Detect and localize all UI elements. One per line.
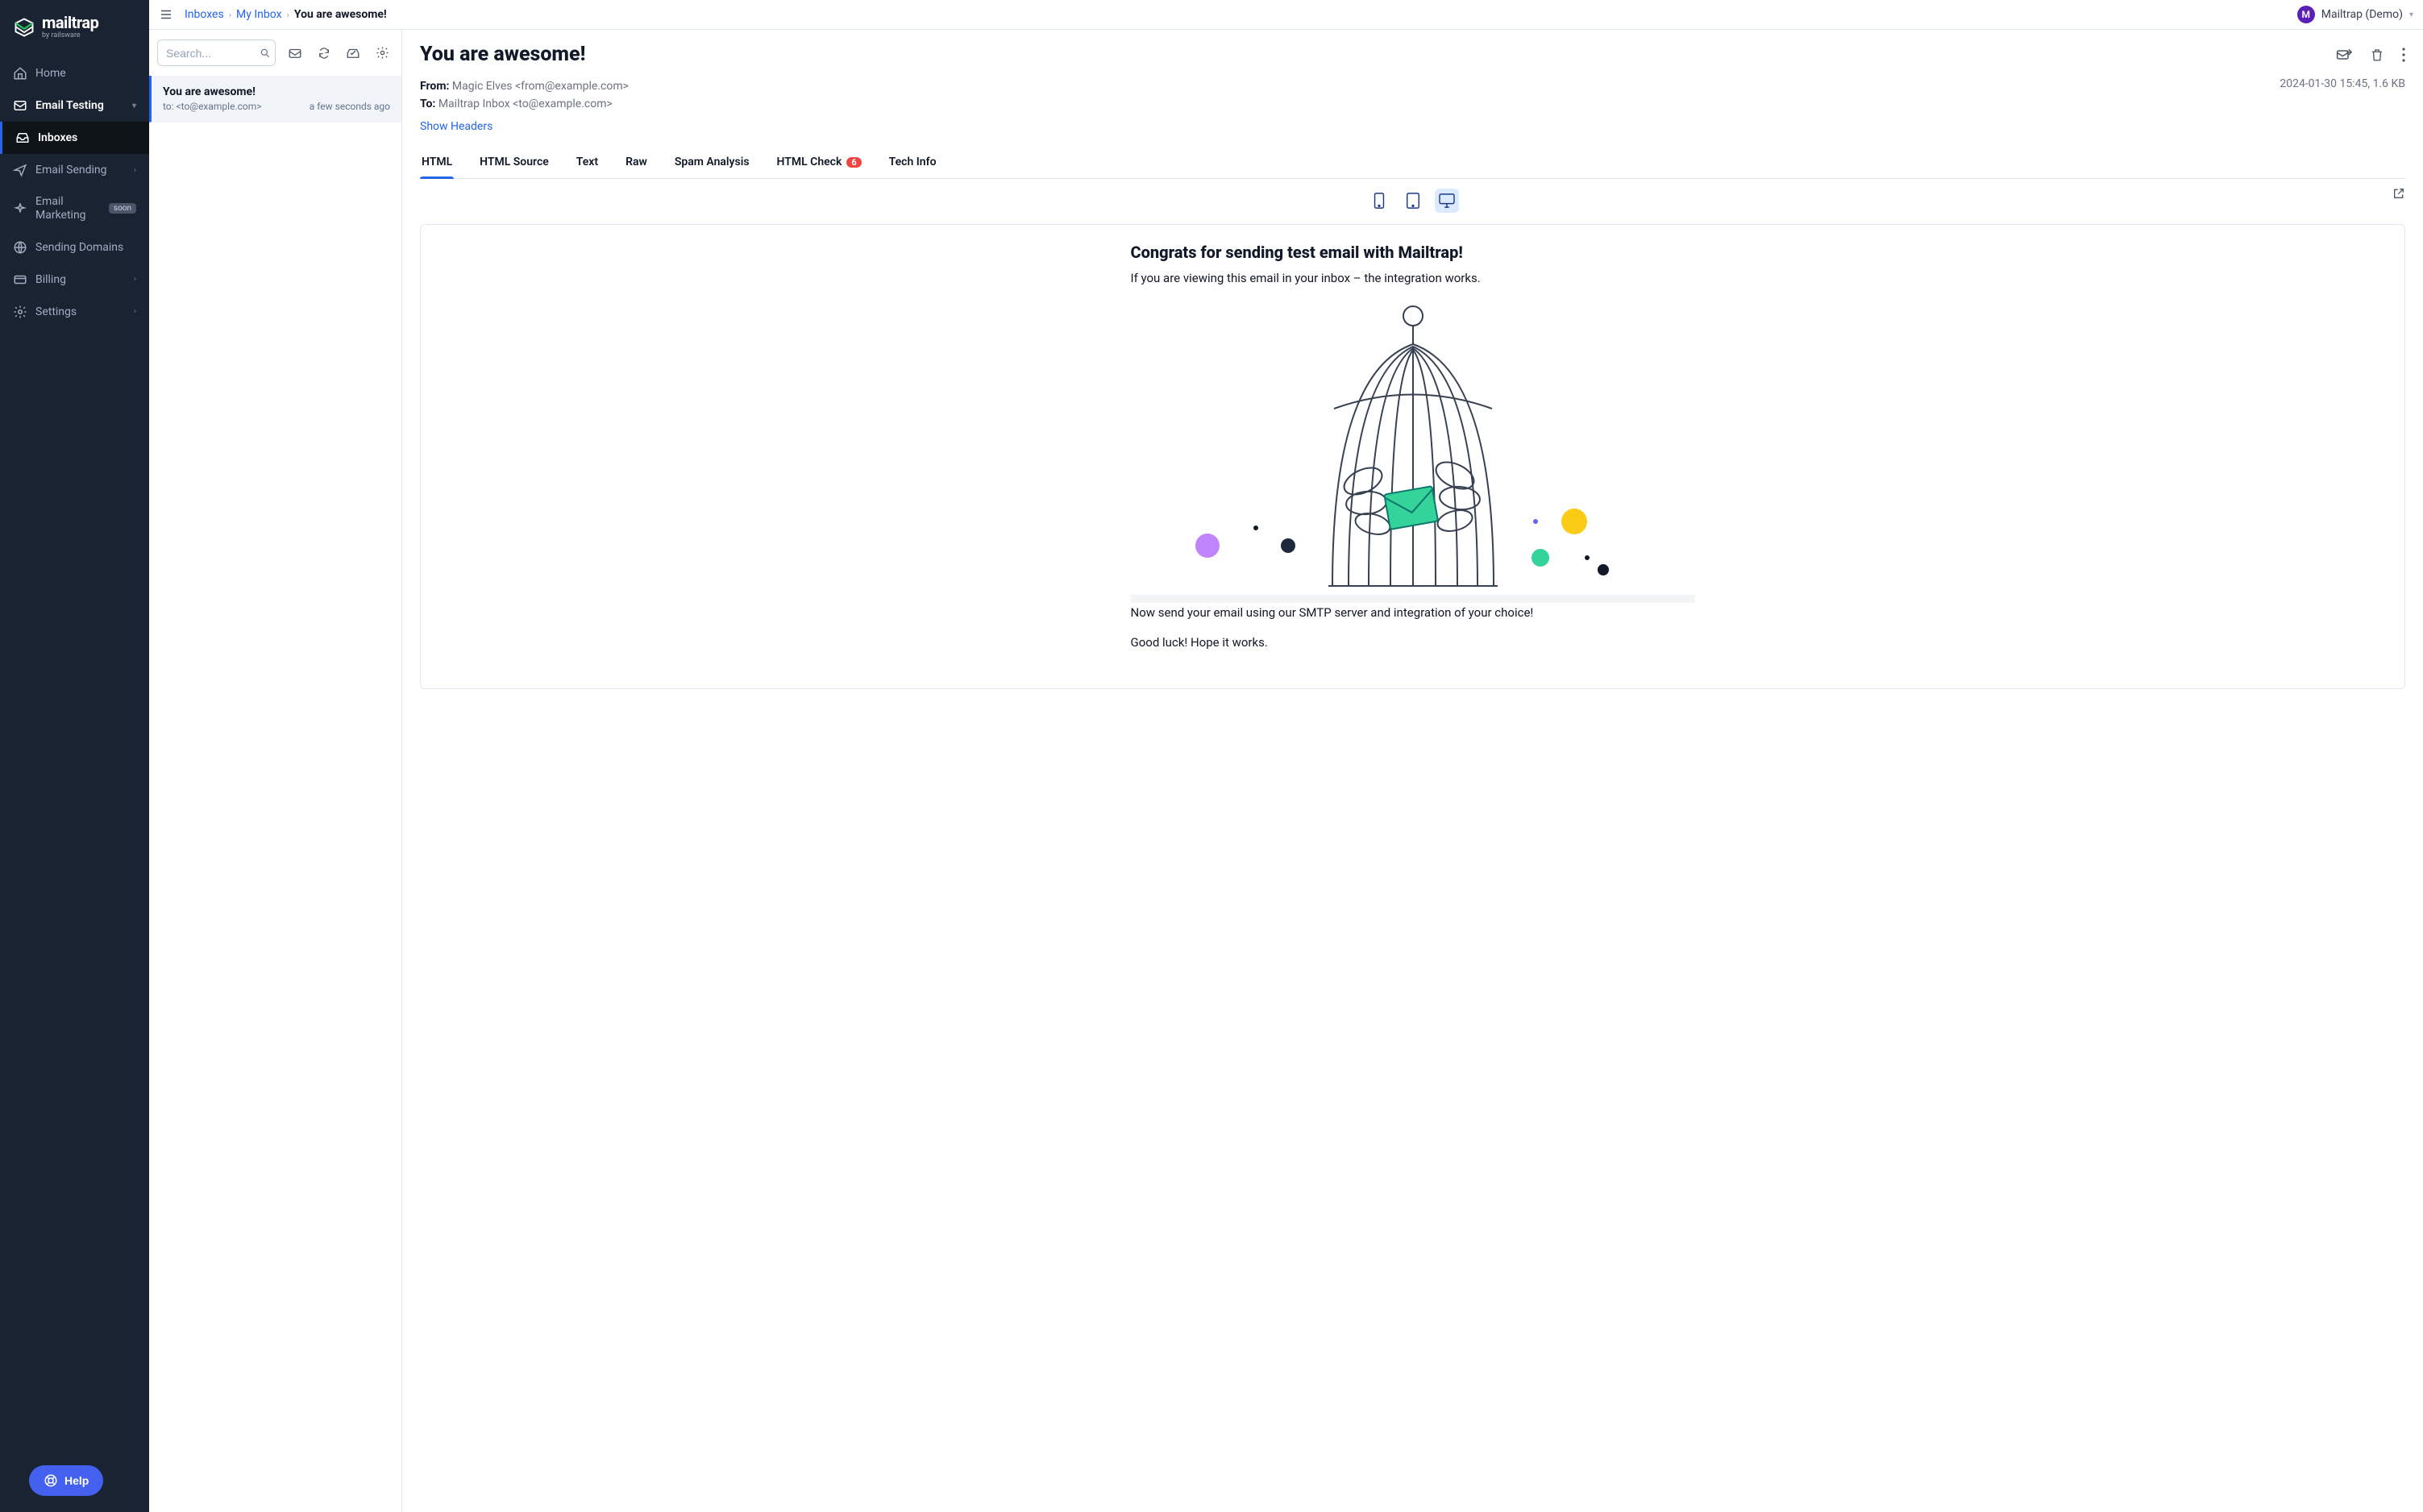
- sparkle-icon: [13, 201, 27, 216]
- forward-icon[interactable]: [2336, 47, 2352, 63]
- nav-email-sending[interactable]: Email Sending ›: [0, 154, 149, 186]
- to-value: Mailtrap Inbox <to@example.com>: [438, 98, 613, 110]
- from-label: From:: [420, 80, 449, 93]
- message-time: a few seconds ago: [310, 101, 390, 112]
- account-menu[interactable]: M Mailtrap (Demo) ▾: [2297, 6, 2413, 23]
- email-p2: Now send your email using our SMTP serve…: [1131, 604, 1695, 621]
- tab-spam-analysis[interactable]: Spam Analysis: [673, 147, 751, 178]
- inbox-icon: [15, 131, 30, 145]
- breadcrumb-sep-icon: ›: [287, 10, 289, 20]
- show-headers-link[interactable]: Show Headers: [420, 120, 2405, 133]
- from-value: Magic Elves <from@example.com>: [452, 80, 629, 93]
- content: You are awesome! to: <to@example.com> a …: [149, 30, 2423, 1512]
- chevron-down-icon: ▾: [2409, 10, 2413, 19]
- timestamp: 2024-01-30 15:45, 1.6 KB: [2280, 77, 2405, 90]
- chevron-right-icon: ›: [134, 275, 136, 284]
- nav-billing-label: Billing: [35, 273, 66, 286]
- nav-inboxes-label: Inboxes: [38, 131, 77, 144]
- chevron-right-icon: ›: [134, 307, 136, 316]
- tab-html-check-label: HTML Check: [777, 156, 842, 168]
- breadcrumb-sep-icon: ›: [229, 10, 231, 20]
- mailtrap-logo-icon: [13, 16, 35, 39]
- email-p1: If you are viewing this email in your in…: [1131, 270, 1695, 287]
- lifebuoy-icon: [44, 1473, 58, 1488]
- email-heading: Congrats for sending test email with Mai…: [1131, 243, 1695, 262]
- message-subject: You are awesome!: [163, 85, 390, 98]
- email-p3: Good luck! Hope it works.: [1131, 634, 1695, 651]
- device-mobile-icon[interactable]: [1367, 189, 1391, 213]
- open-external-icon[interactable]: [2392, 187, 2405, 200]
- soon-badge: soon: [109, 203, 136, 214]
- nav-billing[interactable]: Billing ›: [0, 264, 149, 296]
- email-illustration: [1131, 300, 1695, 598]
- device-desktop-icon[interactable]: [1435, 189, 1459, 213]
- sidebar: mailtrap by railsware Home Email Testing…: [0, 0, 149, 1512]
- message-list-column: You are awesome! to: <to@example.com> a …: [149, 30, 402, 1512]
- brand-logo[interactable]: mailtrap by railsware: [0, 0, 149, 57]
- to-label: To:: [420, 98, 435, 110]
- globe-icon: [13, 240, 27, 255]
- flask-icon: [13, 98, 27, 113]
- tab-html[interactable]: HTML: [420, 147, 454, 178]
- nav-email-testing[interactable]: Email Testing ▾: [0, 89, 149, 122]
- tab-raw[interactable]: Raw: [624, 147, 649, 178]
- tab-html-check[interactable]: HTML Check 6: [775, 147, 863, 178]
- clear-inbox-icon[interactable]: [342, 42, 364, 64]
- gear-icon: [13, 305, 27, 319]
- delete-icon[interactable]: [2370, 48, 2384, 62]
- html-check-badge: 6: [846, 157, 861, 168]
- preview-toolbar: [420, 179, 2405, 221]
- send-icon: [13, 163, 27, 177]
- nav-home[interactable]: Home: [0, 57, 149, 89]
- mark-read-icon[interactable]: [284, 42, 306, 64]
- help-label: Help: [64, 1474, 89, 1487]
- nav-settings[interactable]: Settings ›: [0, 296, 149, 328]
- email-preview-frame: Congrats for sending test email with Mai…: [420, 224, 2405, 689]
- inbox-settings-icon[interactable]: [371, 42, 393, 64]
- nav-email-marketing-label: Email Marketing: [35, 195, 101, 222]
- menu-icon[interactable]: [159, 7, 173, 22]
- tab-tech-info[interactable]: Tech Info: [887, 147, 938, 178]
- message-to: to: <to@example.com>: [163, 101, 262, 112]
- chevron-right-icon: ›: [134, 166, 136, 175]
- email-body: Congrats for sending test email with Mai…: [1131, 225, 1695, 688]
- brand-name: mailtrap: [42, 15, 98, 31]
- refresh-icon[interactable]: [313, 42, 335, 64]
- breadcrumb-current: You are awesome!: [294, 8, 387, 21]
- account-name: Mailtrap (Demo): [2321, 8, 2403, 21]
- chevron-down-icon: ▾: [132, 102, 136, 110]
- card-icon: [13, 272, 27, 287]
- device-tablet-icon[interactable]: [1401, 189, 1425, 213]
- nav-email-testing-label: Email Testing: [35, 99, 104, 112]
- more-icon[interactable]: [2402, 48, 2405, 62]
- breadcrumb-my-inbox[interactable]: My Inbox: [236, 8, 282, 21]
- detail-tabs: HTML HTML Source Text Raw Spam Analysis …: [420, 147, 2405, 179]
- nav-home-label: Home: [35, 67, 66, 80]
- message-item[interactable]: You are awesome! to: <to@example.com> a …: [149, 76, 401, 123]
- nav-sending-domains[interactable]: Sending Domains: [0, 231, 149, 264]
- list-toolbar: [149, 30, 401, 76]
- home-icon: [13, 66, 27, 81]
- avatar: M: [2297, 6, 2315, 23]
- brand-byline: by railsware: [42, 32, 98, 39]
- detail-title: You are awesome!: [420, 43, 585, 66]
- message-detail: You are awesome! From: Magic Elves <from…: [402, 30, 2423, 1512]
- nav-settings-label: Settings: [35, 305, 77, 318]
- tab-html-source[interactable]: HTML Source: [478, 147, 551, 178]
- nav-sending-domains-label: Sending Domains: [35, 241, 123, 254]
- tab-text[interactable]: Text: [575, 147, 600, 178]
- detail-actions: [2336, 47, 2405, 63]
- topbar: Inboxes › My Inbox › You are awesome! M …: [149, 0, 2423, 30]
- nav-email-testing-submenu: Inboxes: [0, 122, 149, 154]
- nav-email-marketing[interactable]: Email Marketing soon: [0, 186, 149, 231]
- nav-inboxes[interactable]: Inboxes: [0, 122, 149, 154]
- breadcrumb-inboxes[interactable]: Inboxes: [185, 8, 224, 21]
- help-button[interactable]: Help: [29, 1465, 103, 1496]
- search-input[interactable]: [157, 39, 276, 66]
- breadcrumb: Inboxes › My Inbox › You are awesome!: [185, 8, 387, 21]
- main-area: Inboxes › My Inbox › You are awesome! M …: [149, 0, 2423, 1512]
- nav-email-sending-label: Email Sending: [35, 164, 107, 177]
